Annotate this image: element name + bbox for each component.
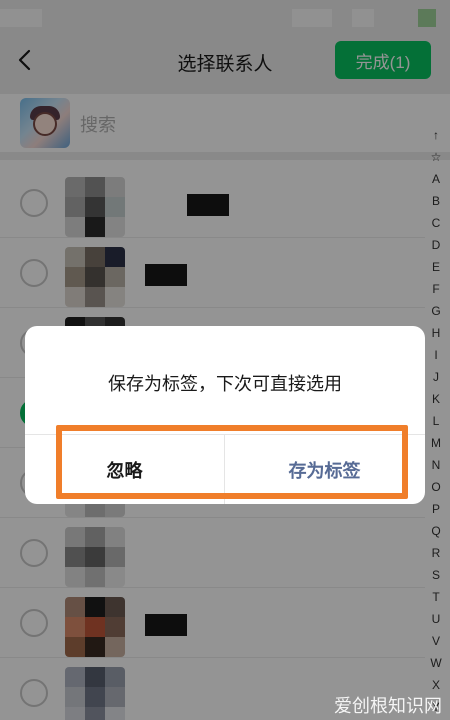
save-as-tag-button[interactable]: 存为标签 [225, 435, 424, 504]
dialog-message: 保存为标签，下次可直接选用 [108, 374, 342, 394]
ignore-button[interactable]: 忽略 [25, 435, 224, 504]
save-tag-dialog: 保存为标签，下次可直接选用 忽略 存为标签 [25, 326, 425, 504]
watermark: 爱创根知识网 [334, 696, 442, 716]
